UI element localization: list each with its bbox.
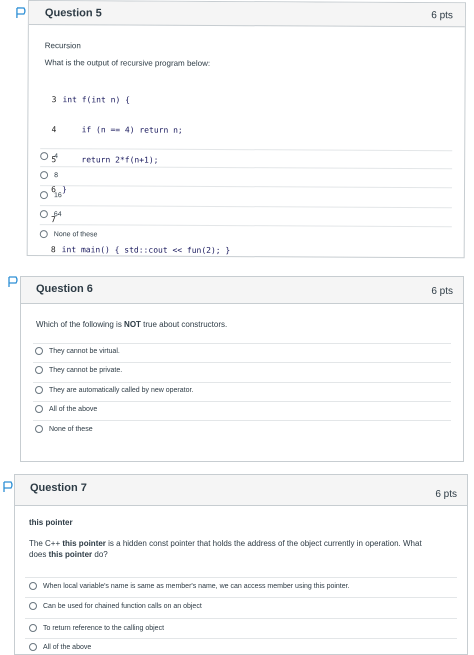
code-line: 5 return 2*f(n+1); [51, 155, 159, 165]
radio-button[interactable] [39, 210, 48, 219]
question-6-card: Question 6 6 pts Which of the following … [8, 276, 464, 462]
radio-button[interactable] [29, 643, 37, 651]
code-line: 8 int main() { std::cout << fun(2); } [50, 245, 231, 256]
radio-button[interactable] [35, 425, 43, 433]
radio-button[interactable] [29, 624, 37, 632]
code-line: 3 int f(int n) { [51, 95, 130, 105]
question-7-points: 6 pts [435, 489, 457, 500]
question-7-prompt-line-1: The C++ this pointer is a hidden const p… [29, 539, 422, 548]
radio-button[interactable] [39, 230, 48, 239]
question-5-code-block: 3 int f(int n) { 4 if (n == 4) return n; … [46, 75, 232, 276]
divider [33, 401, 451, 402]
answer-option[interactable]: 8 [40, 171, 58, 180]
answer-option[interactable]: They cannot be virtual. [35, 347, 120, 355]
answer-option[interactable]: 64 [39, 210, 62, 219]
divider [25, 597, 457, 598]
question-6-points: 6 pts [431, 286, 453, 297]
answer-option[interactable]: None of these [39, 230, 98, 239]
question-5-subtitle: Recursion [44, 41, 81, 51]
question-6-title: Question 6 [36, 283, 93, 295]
divider [33, 343, 451, 344]
divider [25, 577, 457, 578]
radio-button[interactable] [29, 582, 37, 590]
answer-option[interactable]: Can be used for chained function calls o… [29, 602, 202, 610]
answer-option[interactable]: To return reference to the calling objec… [29, 624, 164, 632]
answer-option[interactable]: They cannot be private. [35, 366, 122, 374]
radio-button[interactable] [39, 191, 48, 200]
flag-icon[interactable] [7, 276, 19, 288]
radio-button[interactable] [35, 366, 43, 374]
question-5-card: Question 5 6 pts Recursion What is the o… [16, 0, 466, 259]
radio-button[interactable] [40, 152, 49, 161]
flag-icon[interactable] [2, 481, 14, 493]
radio-button[interactable] [40, 171, 49, 180]
question-7-subtitle: this pointer [29, 518, 73, 527]
answer-option[interactable]: 4 [40, 152, 58, 161]
answer-option[interactable]: When local variable's name is same as me… [29, 582, 350, 590]
radio-button[interactable] [35, 386, 43, 394]
question-5-title: Question 5 [44, 7, 102, 20]
radio-button[interactable] [29, 602, 37, 610]
answer-option[interactable]: All of the above [29, 643, 91, 651]
question-5-prompt: What is the output of recursive program … [44, 58, 211, 68]
question-6-prompt: Which of the following is NOT true about… [36, 320, 228, 329]
question-5-points: 6 pts [431, 10, 453, 22]
question-7-prompt-line-2: does this pointer do? [29, 550, 108, 559]
radio-button[interactable] [35, 347, 43, 355]
answer-option[interactable]: They are automatically called by new ope… [35, 386, 193, 394]
code-line: 4 if (n == 4) return n; [51, 125, 183, 135]
question-7-card: Question 7 6 pts this pointer The C++ th… [3, 474, 468, 655]
answer-option[interactable]: 16 [39, 191, 62, 200]
divider [33, 382, 451, 383]
flag-icon[interactable] [15, 7, 27, 19]
divider [25, 638, 457, 639]
answer-option[interactable]: None of these [35, 425, 93, 433]
answer-option[interactable]: All of the above [35, 405, 97, 413]
question-7-title: Question 7 [30, 482, 87, 494]
divider [25, 618, 457, 619]
divider [33, 362, 451, 363]
radio-button[interactable] [35, 405, 43, 413]
divider [33, 420, 451, 421]
